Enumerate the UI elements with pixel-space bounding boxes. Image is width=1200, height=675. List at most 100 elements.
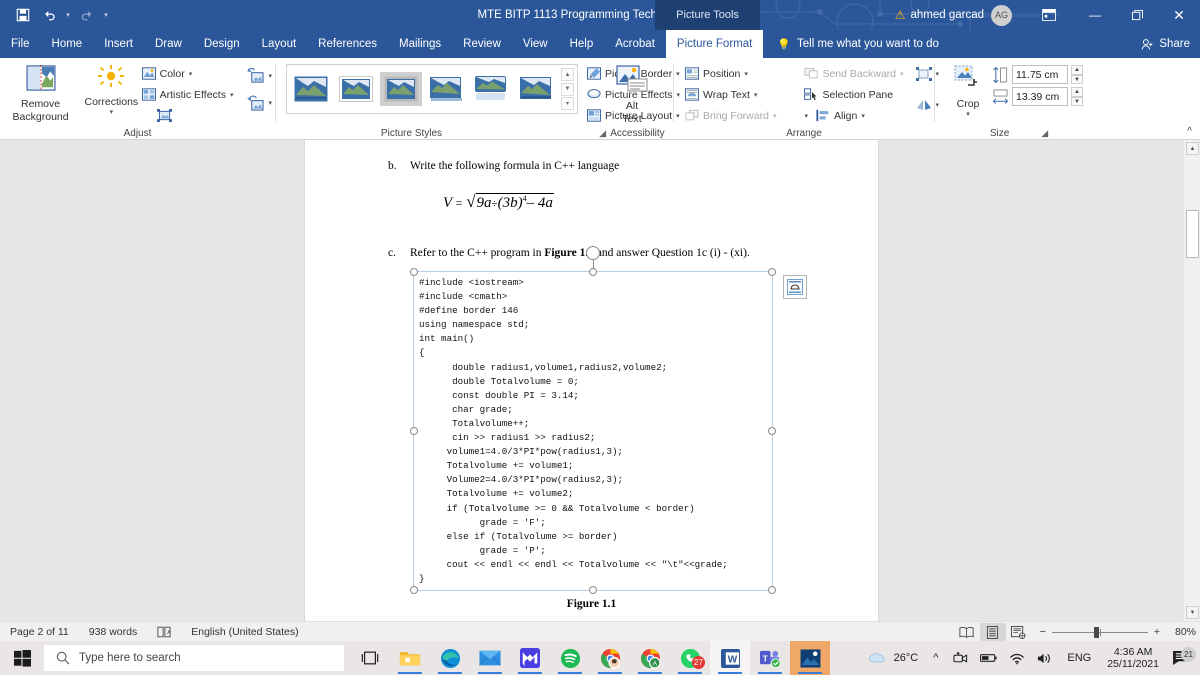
tab-insert[interactable]: Insert [93,30,144,58]
battery-icon[interactable] [974,652,1003,664]
resize-handle-top-right[interactable] [768,268,776,276]
account-warning-icon[interactable]: ⚠ [895,8,906,22]
mail-icon[interactable] [470,641,510,675]
save-icon[interactable] [10,3,36,27]
search-input[interactable]: Type here to search [44,645,344,671]
zoom-in-button[interactable]: + [1154,626,1160,638]
tab-design[interactable]: Design [193,30,251,58]
scroll-down-icon[interactable]: ▼ [1186,606,1199,619]
vertical-scrollbar[interactable]: ▲ ▼ [1183,140,1200,621]
tab-view[interactable]: View [512,30,559,58]
undo-icon[interactable] [36,3,62,27]
tab-layout[interactable]: Layout [251,30,308,58]
read-mode-view-button[interactable] [954,623,980,641]
restore-button[interactable] [1116,0,1158,30]
tab-draw[interactable]: Draw [144,30,193,58]
undo-dropdown-icon[interactable]: ▾ [62,11,74,19]
taskview-icon[interactable] [350,641,390,675]
resize-handle-bottom-center[interactable] [589,586,597,594]
zoom-thumb[interactable] [1093,626,1099,638]
width-spin-up-icon[interactable]: ▲ [1071,87,1083,97]
style-drop-shadow-rectangle[interactable] [425,72,467,106]
microsoft-edge-icon[interactable] [430,641,470,675]
picture-styles-gallery[interactable]: ▲ ▼ ▾ [286,64,578,114]
start-button[interactable] [0,641,44,675]
tab-help[interactable]: Help [559,30,605,58]
transparency-button[interactable] [139,105,237,126]
shape-width-spinner[interactable]: ▲ ▼ [1071,87,1083,106]
layout-options-button[interactable] [783,275,807,299]
color-dropdown-icon[interactable]: ▾ [189,70,193,78]
print-layout-view-button[interactable] [979,623,1006,641]
resize-handle-bottom-right[interactable] [768,586,776,594]
align-dropdown-icon[interactable]: ▾ [861,112,865,120]
notifications-button[interactable]: 21 [1167,647,1200,666]
tell-me-search[interactable]: 💡 Tell me what you want to do [777,30,939,58]
zoom-track[interactable] [1051,626,1148,638]
scrollbar-thumb[interactable] [1186,210,1199,258]
style-simple-frame[interactable] [290,72,332,106]
collapse-ribbon-icon[interactable]: ^ [1187,126,1192,137]
language-indicator-tray[interactable]: ENG [1059,652,1099,664]
tab-mailings[interactable]: Mailings [388,30,452,58]
zoom-out-button[interactable]: − [1040,626,1046,638]
volume-icon[interactable] [1031,652,1059,665]
artistic-effects-button[interactable]: Artistic Effects ▾ [139,84,237,105]
minimize-button[interactable]: — [1074,0,1116,30]
resize-handle-middle-right[interactable] [768,427,776,435]
word-icon[interactable]: W [710,641,750,675]
zoom-slider[interactable]: − + [1040,626,1160,638]
remove-background-button[interactable]: Remove Background [8,62,73,124]
change-picture-button[interactable]: ▾ [244,92,275,113]
chrome-icon[interactable]: A [630,641,670,675]
gallery-scroll-up-icon[interactable]: ▲ [561,68,574,81]
wifi-icon[interactable] [1003,652,1031,665]
ribbon-display-options-icon[interactable] [1028,0,1070,30]
style-reflected-rounded-rectangle[interactable] [470,72,512,106]
change-picture-dropdown-icon[interactable]: ▾ [268,99,272,107]
gallery-scroll-down-icon[interactable]: ▼ [561,82,574,96]
tab-picture-format[interactable]: Picture Format [665,30,764,58]
avatar[interactable]: AG [991,4,1012,26]
gallery-more-icon[interactable]: ▾ [561,97,574,110]
resize-handle-top-left[interactable] [410,268,418,276]
tab-file[interactable]: File [0,30,41,58]
width-spin-down-icon[interactable]: ▼ [1071,96,1083,106]
customize-quick-access-toolbar-icon[interactable]: ▾ [100,11,112,19]
corrections-dropdown-icon[interactable]: ▾ [110,109,114,118]
show-hidden-icons-button[interactable]: ^ [924,652,947,664]
alt-text-button[interactable]: Alt Text [602,62,662,126]
camera-icon[interactable] [947,651,974,665]
chrome-profile-icon[interactable] [590,641,630,675]
height-spin-down-icon[interactable]: ▼ [1071,74,1083,84]
document-page[interactable]: b. Write the following formula in C++ la… [305,140,878,621]
crop-button[interactable]: Crop ▾ [943,62,993,120]
compress-pictures-dropdown-icon[interactable]: ▾ [268,72,272,80]
tab-references[interactable]: References [307,30,388,58]
redo-icon[interactable] [74,3,100,27]
spotify-icon[interactable] [550,641,590,675]
style-metal-frame[interactable] [380,72,422,106]
size-dialog-launcher-icon[interactable]: ◢ [1041,128,1048,139]
mega-icon[interactable] [510,641,550,675]
artistic-effects-dropdown-icon[interactable]: ▾ [230,91,234,99]
math-formula[interactable]: V = √ 9a÷(3b)4– 4a [443,193,554,213]
picture-styles-dialog-launcher-icon[interactable]: ◢ [599,128,606,139]
crop-dropdown-icon[interactable]: ▾ [966,111,970,120]
tab-acrobat[interactable]: Acrobat [604,30,666,58]
position-dropdown-icon[interactable]: ▾ [744,70,748,78]
height-spin-up-icon[interactable]: ▲ [1071,65,1083,75]
picture-styles-scroll[interactable]: ▲ ▼ ▾ [561,68,574,110]
share-button[interactable]: Share [1141,30,1190,58]
shape-height-spinner[interactable]: ▲ ▼ [1071,65,1083,84]
scroll-up-icon[interactable]: ▲ [1186,142,1199,155]
selection-extra-dropdown-icon[interactable]: ▾ [804,112,808,120]
align-button[interactable]: ▾ Align ▾ [801,105,906,126]
teams-icon[interactable]: T [750,641,790,675]
file-explorer-icon[interactable] [390,641,430,675]
close-button[interactable]: ✕ [1158,0,1200,30]
corrections-button[interactable]: Corrections ▾ [84,62,139,118]
position-button[interactable]: Position ▾ [682,63,779,84]
weather-widget[interactable]: 26°C [862,651,925,665]
rotate-handle[interactable] [586,246,600,260]
